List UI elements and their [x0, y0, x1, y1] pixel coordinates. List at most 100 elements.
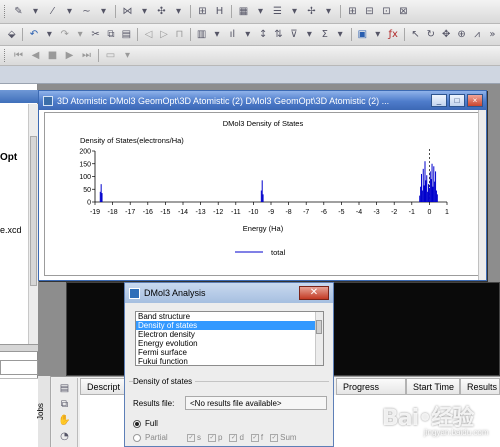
- toolbar-grip[interactable]: [4, 5, 7, 18]
- h-adjust-icon[interactable]: H: [213, 5, 226, 18]
- symmetry-icon[interactable]: ✢: [305, 5, 318, 18]
- list-item[interactable]: Energy evolution: [136, 339, 323, 348]
- dialog-close-button[interactable]: ✕: [299, 286, 329, 300]
- select-pointer-icon[interactable]: ↖: [410, 28, 421, 41]
- cut-icon[interactable]: ✂: [90, 28, 101, 41]
- list-item[interactable]: Fukui function: [136, 357, 323, 365]
- chevron-down-icon[interactable]: ▾: [334, 28, 345, 41]
- list-item-selected[interactable]: Density of states: [136, 321, 323, 330]
- jobs-col-results[interactable]: Results ...: [460, 378, 500, 395]
- chevron-down-icon[interactable]: ▾: [172, 5, 185, 18]
- sort-icon[interactable]: ↕: [257, 28, 268, 41]
- prev-icon[interactable]: ◀: [29, 49, 42, 62]
- jobs-col-progress[interactable]: Progress: [336, 378, 406, 395]
- bond-tool-icon[interactable]: ⁄: [46, 5, 59, 18]
- maximize-button[interactable]: □: [449, 94, 465, 107]
- explorer-scroll-thumb[interactable]: [30, 136, 37, 286]
- fragment-icon[interactable]: ⋈: [121, 5, 134, 18]
- chart-panel[interactable]: DMol3 Density of States Density of State…: [44, 112, 479, 276]
- function-icon[interactable]: ƒx: [387, 28, 398, 41]
- x-tick-label: -7: [303, 209, 309, 216]
- full-radio[interactable]: Full: [133, 419, 158, 428]
- chart-bar-group: [99, 161, 438, 202]
- paint-icon[interactable]: ⬙: [6, 28, 17, 41]
- grid-icon[interactable]: ⊞: [346, 5, 359, 18]
- orbital-s[interactable]: ✓ s: [187, 433, 201, 442]
- chevron-down-icon[interactable]: ▾: [29, 5, 42, 18]
- jobs-side-label[interactable]: Jobs: [36, 403, 45, 420]
- first-icon[interactable]: ⏮: [12, 49, 25, 62]
- copy-icon[interactable]: ⧉: [105, 28, 116, 41]
- chevron-down-icon[interactable]: ▾: [63, 5, 76, 18]
- orbital-p[interactable]: ✓ p: [208, 433, 222, 442]
- chevron-down-icon[interactable]: ▾: [242, 28, 253, 41]
- arrow-left-icon[interactable]: ◁: [143, 28, 154, 41]
- orbital-f[interactable]: ✓ f: [250, 433, 263, 442]
- bar-chart-icon[interactable]: ıl: [227, 28, 238, 41]
- next-icon[interactable]: ▶: [63, 49, 76, 62]
- grid-4-icon[interactable]: ⊠: [397, 5, 410, 18]
- table-icon[interactable]: ▥: [196, 28, 207, 41]
- chevron-down-icon[interactable]: ▾: [372, 28, 383, 41]
- arrow-right-icon[interactable]: ▷: [158, 28, 169, 41]
- explorer-divider[interactable]: [0, 344, 38, 352]
- stats-icon[interactable]: Σ: [319, 28, 330, 41]
- sort-2-icon[interactable]: ⇅: [273, 28, 284, 41]
- filter-icon[interactable]: ⊽: [288, 28, 299, 41]
- last-icon[interactable]: ⏭: [80, 49, 93, 62]
- close-button[interactable]: ×: [467, 94, 483, 107]
- pencil-icon[interactable]: ✎: [12, 5, 25, 18]
- hydrogen-icon[interactable]: ⊞: [196, 5, 209, 18]
- job-stop-icon[interactable]: ✋: [58, 414, 71, 427]
- redo-icon[interactable]: ↷: [59, 28, 70, 41]
- minimize-button[interactable]: _: [431, 94, 447, 107]
- animation-icon[interactable]: ▭: [104, 49, 117, 62]
- file-name-label[interactable]: e.xcd: [0, 225, 22, 235]
- spectrum-icon[interactable]: ⩘: [471, 28, 482, 41]
- chevron-down-icon[interactable]: ▾: [97, 5, 110, 18]
- list-scroll-thumb[interactable]: [316, 320, 322, 334]
- chevron-down-icon[interactable]: ▾: [304, 28, 315, 41]
- chevron-down-icon[interactable]: ▾: [322, 5, 335, 18]
- results-file-field[interactable]: <No results file available>: [185, 396, 327, 410]
- list-item[interactable]: Electron density: [136, 330, 323, 339]
- chain-tool-icon[interactable]: ∼: [80, 5, 93, 18]
- dos-window-titlebar[interactable]: 3D Atomistic DMol3 GeomOpt\3D Atomistic …: [39, 91, 486, 110]
- grid-2-icon[interactable]: ⊟: [363, 5, 376, 18]
- job-2-icon[interactable]: ⧉: [58, 398, 71, 411]
- list-icon[interactable]: ☰: [271, 5, 284, 18]
- jobs-col-start-time[interactable]: Start Time: [406, 378, 460, 395]
- undo-icon[interactable]: ↶: [28, 28, 39, 41]
- crystal-icon[interactable]: ▦: [237, 5, 250, 18]
- rotate-icon[interactable]: ↻: [425, 28, 436, 41]
- partial-radio[interactable]: Partial: [133, 433, 168, 442]
- stop-icon[interactable]: ■: [46, 49, 59, 62]
- ring-tool-icon[interactable]: ✣: [155, 5, 168, 18]
- extra-icon[interactable]: »: [487, 28, 498, 41]
- list-item[interactable]: Fermi surface: [136, 348, 323, 357]
- chevron-down-icon[interactable]: ▾: [138, 5, 151, 18]
- pin-icon[interactable]: ⊓: [174, 28, 185, 41]
- job-icon[interactable]: ▤: [58, 382, 71, 395]
- matrix-icon[interactable]: ▣: [357, 28, 368, 41]
- zoom-icon[interactable]: ⊕: [456, 28, 467, 41]
- chevron-down-icon[interactable]: ▾: [44, 28, 55, 41]
- orbital-d[interactable]: ✓ d: [229, 433, 244, 442]
- chevron-down-icon[interactable]: ▾: [211, 28, 222, 41]
- toolbar-grip[interactable]: [4, 49, 7, 62]
- job-4-icon[interactable]: ◔: [58, 430, 71, 443]
- chevron-down-icon[interactable]: ▾: [74, 28, 85, 41]
- properties-combo[interactable]: [0, 360, 38, 375]
- paste-icon[interactable]: ▤: [121, 28, 132, 41]
- move-icon[interactable]: ✥: [441, 28, 452, 41]
- chevron-down-icon[interactable]: ▾: [254, 5, 267, 18]
- chevron-down-icon[interactable]: ▾: [121, 49, 134, 62]
- window-scrollbar[interactable]: [478, 110, 486, 280]
- orbital-label: p: [218, 433, 223, 442]
- list-item[interactable]: Band structure: [136, 312, 323, 321]
- orbital-sum[interactable]: ✓ Sum: [270, 433, 297, 442]
- grid-3-icon[interactable]: ⊡: [380, 5, 393, 18]
- x-tick-label: -10: [248, 209, 258, 216]
- analysis-options-list[interactable]: Band structure Density of states Electro…: [135, 311, 324, 366]
- chevron-down-icon[interactable]: ▾: [288, 5, 301, 18]
